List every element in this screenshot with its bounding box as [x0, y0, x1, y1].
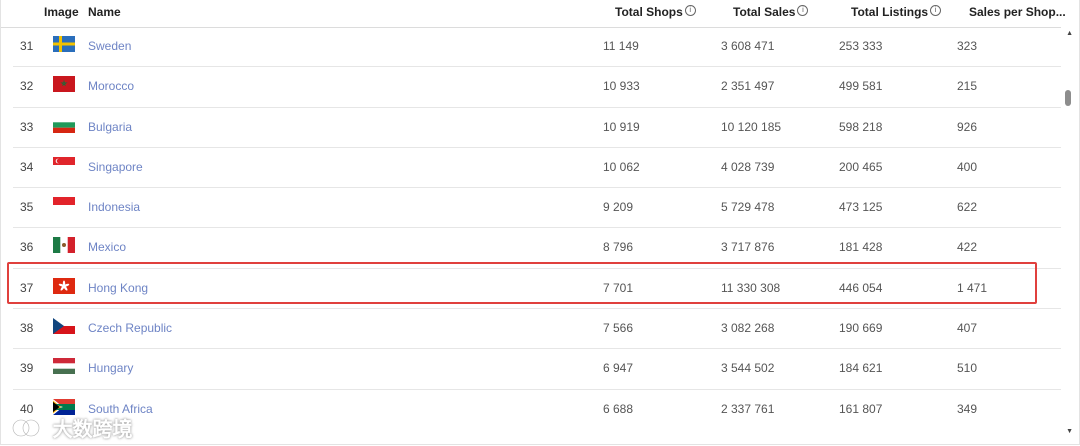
sales-per-shop-value: 926	[957, 119, 978, 134]
sales-per-shop-value: 400	[957, 159, 978, 174]
country-name-link[interactable]: Czech Republic	[88, 321, 172, 335]
total-sales-value: 2 351 497	[721, 79, 775, 94]
sales-per-shop-value: 215	[957, 79, 978, 94]
column-header-image[interactable]: Image	[44, 5, 79, 19]
scrollbar-thumb[interactable]	[1065, 90, 1071, 106]
total-listings-value: 190 669	[839, 321, 883, 336]
table-row[interactable]: 33 Bulgaria 10 919 10 120 185 598 218 926	[13, 108, 1061, 148]
column-header-total-shops[interactable]: Total Shops i	[615, 5, 696, 19]
table-header: Image Name Total Shops i Total Sales i Tot…	[1, 0, 1066, 28]
total-listings-value: 200 465	[839, 159, 883, 174]
total-shops-value: 10 933	[603, 79, 640, 94]
table-row[interactable]: 32 Morocco 10 933 2 351 497 499 581 215	[13, 67, 1061, 108]
total-listings-value: 184 621	[839, 361, 883, 376]
column-header-total-sales[interactable]: Total Sales i	[733, 5, 809, 19]
total-shops-value: 6 688	[603, 401, 634, 416]
total-shops-value: 11 149	[603, 39, 639, 53]
watermark-logo-icon	[11, 417, 41, 439]
sales-per-shop-value: 323	[957, 39, 978, 53]
total-shops-value: 8 796	[603, 240, 634, 255]
table-row[interactable]: 34 Singapore 10 062 4 028 739 200 465 400	[13, 148, 1061, 189]
table-row[interactable]: 31 Sweden 11 149 3 608 471 253 333 323	[13, 27, 1061, 68]
sales-per-shop-value: 349	[957, 401, 978, 416]
table-row[interactable]: 38 Czech Republic 7 566 3 082 268 190 669 407	[13, 309, 1061, 350]
indonesia-flag-icon	[53, 197, 75, 214]
mexico-flag-icon	[53, 237, 75, 254]
total-shops-value: 10 062	[603, 159, 640, 174]
total-sales-value: 5 729 478	[721, 200, 775, 215]
info-icon[interactable]: i	[930, 5, 942, 16]
row-rank: 35	[20, 200, 34, 215]
total-shops-value: 7 566	[603, 321, 634, 336]
row-rank: 32	[20, 79, 34, 94]
bulgaria-flag-icon	[53, 116, 75, 133]
total-listings-value: 181 428	[839, 240, 883, 255]
row-rank: 36	[20, 240, 34, 255]
country-name-link[interactable]: Bulgaria	[88, 120, 132, 134]
czech-flag-icon	[53, 318, 75, 335]
total-listings-value: 253 333	[839, 39, 883, 53]
country-name-link[interactable]: Morocco	[88, 79, 134, 93]
column-header-total-shops-label: Total Shops	[615, 5, 683, 19]
total-shops-value: 10 919	[603, 119, 640, 134]
sales-per-shop-value: 510	[957, 361, 978, 376]
sales-per-shop-value: 407	[957, 321, 978, 336]
scroll-up-arrow-icon[interactable]: ▲	[1066, 30, 1073, 37]
total-sales-value: 3 608 471	[721, 39, 775, 53]
countries-table: Image Name Total Shops i Total Sales i Tot…	[0, 0, 1080, 445]
info-icon[interactable]: i	[684, 5, 696, 16]
morocco-flag-icon	[53, 76, 75, 93]
total-sales-value: 4 028 739	[721, 159, 775, 174]
total-shops-value: 9 209	[603, 200, 634, 215]
total-sales-value: 2 337 761	[721, 401, 775, 416]
row-rank: 38	[20, 321, 34, 336]
sweden-flag-icon	[53, 36, 75, 52]
column-header-sales-per-shop[interactable]: Sales per Shop...	[969, 5, 1066, 19]
total-sales-value: 3 544 502	[721, 361, 775, 376]
column-header-name[interactable]: Name	[88, 5, 121, 19]
watermark-text: 大数跨境	[52, 419, 133, 441]
column-header-total-sales-label: Total Sales	[733, 5, 796, 19]
total-listings-value: 598 218	[839, 119, 883, 134]
column-header-total-listings-label: Total Listings	[851, 5, 929, 19]
sales-per-shop-value: 422	[957, 240, 978, 255]
highlight-box	[7, 262, 1037, 304]
info-icon[interactable]: i	[797, 5, 809, 16]
table-row[interactable]: 39 Hungary 6 947 3 544 502 184 621 510	[13, 349, 1061, 390]
sales-per-shop-value: 622	[957, 200, 978, 215]
country-name-link[interactable]: Indonesia	[88, 200, 140, 214]
watermark: 大数跨境	[11, 413, 133, 441]
total-listings-value: 499 581	[839, 79, 883, 94]
country-name-link[interactable]: Mexico	[88, 240, 126, 254]
table-row[interactable]: 35 Indonesia 9 209 5 729 478 473 125 622	[13, 188, 1061, 229]
singapore-flag-icon	[53, 156, 75, 173]
column-header-total-listings[interactable]: Total Listings i	[851, 5, 942, 19]
row-rank: 33	[20, 119, 34, 134]
table-row[interactable]: 40 South Africa 6 688 2 337 761 161 807 349	[13, 390, 1061, 429]
hungary-flag-icon	[53, 358, 75, 375]
total-listings-value: 161 807	[839, 401, 883, 416]
total-sales-value: 3 717 876	[721, 240, 775, 255]
row-rank: 31	[20, 39, 34, 53]
total-shops-value: 6 947	[603, 361, 634, 376]
total-listings-value: 473 125	[839, 200, 883, 215]
row-rank: 34	[20, 159, 34, 174]
table-body: 31 Sweden 11 149 3 608 471 253 333 323 32 Moroc…	[1, 27, 1061, 429]
scroll-down-arrow-icon[interactable]: ▼	[1066, 428, 1073, 435]
country-name-link[interactable]: Singapore	[88, 160, 143, 174]
row-rank: 39	[20, 361, 34, 376]
country-name-link[interactable]: Sweden	[88, 39, 131, 53]
total-sales-value: 10 120 185	[721, 119, 782, 134]
total-sales-value: 3 082 268	[721, 321, 775, 336]
country-name-link[interactable]: Hungary	[88, 361, 133, 375]
